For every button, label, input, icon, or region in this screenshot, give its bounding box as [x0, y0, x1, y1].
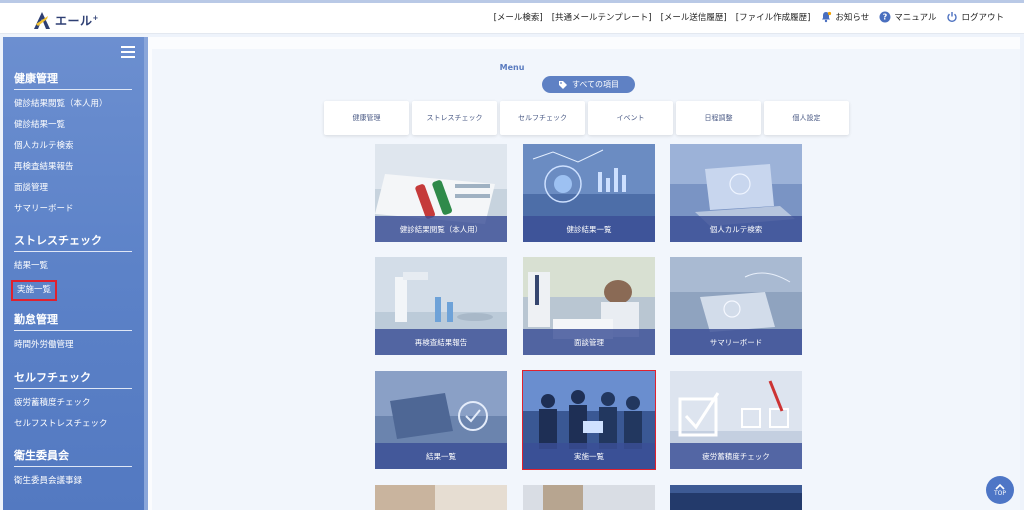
mail-template-link[interactable]: [共通メールテンプレート]: [552, 11, 652, 23]
tab-self-check[interactable]: セルフチェック: [500, 101, 585, 135]
sidebar-section-stress: ストレスチェック 結果一覧 実施一覧: [11, 232, 132, 301]
menu-card-results[interactable]: 結果一覧: [375, 371, 507, 469]
tag-icon: [558, 80, 567, 89]
category-tabs: 健康管理 ストレスチェック セルフチェック イベント 日程調整 個人設定: [324, 101, 852, 135]
mail-search-link[interactable]: [メール検索]: [494, 11, 543, 23]
sidebar-section-title: 勤怠管理: [14, 311, 132, 331]
sidebar-item-overtime[interactable]: 時間外労働管理: [14, 335, 132, 356]
back-to-top-label: TOP: [993, 490, 1006, 497]
all-items-label: すべての項目: [571, 80, 620, 89]
help-icon: ?: [879, 11, 891, 23]
sidebar-item-results[interactable]: 結果一覧: [14, 256, 132, 277]
card-label: 疲労蓄積度チェック: [670, 443, 802, 469]
sidebar-section-title: ストレスチェック: [14, 232, 132, 252]
sidebar-section-selfcheck: セルフチェック 疲労蓄積度チェック セルフストレスチェック: [14, 369, 132, 435]
all-items-button[interactable]: すべての項目: [542, 76, 635, 93]
sidebar-item-checkup-list[interactable]: 健診結果一覧: [14, 115, 132, 136]
power-icon: [947, 12, 958, 23]
top-nav: [メール検索] [共通メールテンプレート] [メール送信履歴] [ファイル作成履…: [485, 11, 1004, 23]
hamburger-menu-icon[interactable]: [121, 46, 135, 58]
sidebar-item-interview[interactable]: 面談管理: [14, 178, 132, 199]
card-label: 健診結果閲覧（本人用）: [375, 216, 507, 242]
menu-card-checkup-self[interactable]: 健診結果閲覧（本人用）: [375, 144, 507, 242]
sidebar-item-implementation-list[interactable]: 実施一覧: [11, 280, 58, 301]
sidebar-item-chart-search[interactable]: 個人カルテ検索: [14, 136, 132, 157]
logo-text: エール+: [55, 13, 99, 28]
sidebar-section-title: 健康管理: [14, 70, 132, 90]
menu-card-partial[interactable]: [523, 485, 655, 510]
sidebar-section-committee: 衛生委員会 衛生委員会議事録: [14, 447, 132, 492]
top-header: エール+ [メール検索] [共通メールテンプレート] [メール送信履歴] [ファ…: [0, 0, 1024, 34]
card-image: [375, 485, 507, 510]
sidebar-item-checkup-self[interactable]: 健診結果閲覧（本人用）: [14, 94, 132, 115]
menu-card-summary-board[interactable]: サマリーボード: [670, 257, 802, 355]
card-label: 面談管理: [523, 329, 655, 355]
card-image: [670, 485, 802, 510]
menu-card-partial[interactable]: [670, 485, 802, 510]
bell-icon: [822, 11, 832, 23]
sidebar: 健康管理 健診結果閲覧（本人用） 健診結果一覧 個人カルテ検索 再検査結果報告 …: [3, 37, 148, 510]
card-label: サマリーボード: [670, 329, 802, 355]
sidebar-section-title: 衛生委員会: [14, 447, 132, 467]
card-label: 結果一覧: [375, 443, 507, 469]
sidebar-item-fatigue-check[interactable]: 疲労蓄積度チェック: [14, 393, 132, 414]
sidebar-item-minutes[interactable]: 衛生委員会議事録: [14, 471, 132, 492]
svg-text:?: ?: [883, 13, 888, 22]
tab-health[interactable]: 健康管理: [324, 101, 409, 135]
tab-schedule[interactable]: 日程調整: [676, 101, 761, 135]
menu-title: Menu: [499, 63, 525, 72]
card-label: 実施一覧: [523, 443, 655, 469]
chevron-up-icon: [995, 483, 1005, 490]
logout-label: ログアウト: [961, 13, 1004, 23]
notice-link[interactable]: お知らせ: [820, 11, 869, 23]
menu-card-checkup-list[interactable]: 健診結果一覧: [523, 144, 655, 242]
app-logo[interactable]: エール+: [32, 9, 99, 31]
menu-card-implementation-list[interactable]: 実施一覧: [522, 370, 656, 470]
sidebar-section-attendance: 勤怠管理 時間外労働管理: [14, 311, 132, 356]
card-label: 個人カルテ検索: [670, 216, 802, 242]
manual-label: マニュアル: [894, 13, 937, 23]
manual-link[interactable]: ? マニュアル: [879, 11, 936, 23]
menu-card-partial[interactable]: [375, 485, 507, 510]
sidebar-item-reexam-report[interactable]: 再検査結果報告: [14, 157, 132, 178]
menu-card-interview[interactable]: 面談管理: [523, 257, 655, 355]
file-history-link[interactable]: [ファイル作成履歴]: [736, 11, 811, 23]
logout-link[interactable]: ログアウト: [946, 11, 1004, 23]
back-to-top-button[interactable]: TOP: [986, 476, 1014, 504]
tab-event[interactable]: イベント: [588, 101, 673, 135]
menu-card-reexam-report[interactable]: 再検査結果報告: [375, 257, 507, 355]
sidebar-item-summary-board[interactable]: サマリーボード: [14, 199, 132, 220]
sidebar-item-self-stress-check[interactable]: セルフストレスチェック: [14, 414, 132, 435]
sidebar-section-health: 健康管理 健診結果閲覧（本人用） 健診結果一覧 個人カルテ検索 再検査結果報告 …: [14, 70, 132, 220]
logo-mark-icon: [32, 10, 52, 30]
mail-history-link[interactable]: [メール送信履歴]: [661, 11, 727, 23]
notice-label: お知らせ: [835, 13, 870, 23]
card-label: 再検査結果報告: [375, 329, 507, 355]
menu-card-chart-search[interactable]: 個人カルテ検索: [670, 144, 802, 242]
sidebar-section-title: セルフチェック: [14, 369, 132, 389]
menu-card-fatigue-check[interactable]: 疲労蓄積度チェック: [670, 371, 802, 469]
tab-personal-settings[interactable]: 個人設定: [764, 101, 849, 135]
tab-stress-check[interactable]: ストレスチェック: [412, 101, 497, 135]
card-image: [523, 485, 655, 510]
card-label: 健診結果一覧: [523, 216, 655, 242]
